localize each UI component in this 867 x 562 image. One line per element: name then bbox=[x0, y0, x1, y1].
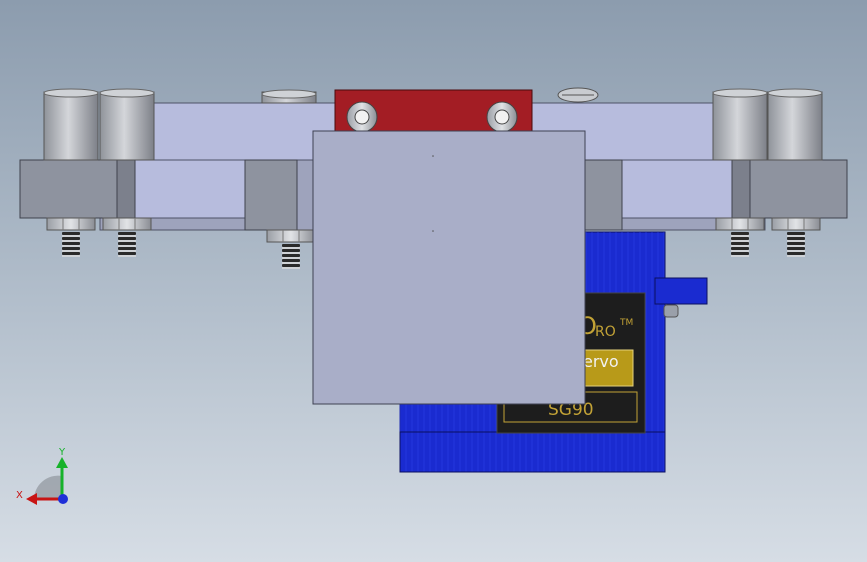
panel-dot bbox=[432, 230, 434, 232]
z-axis-dot bbox=[58, 494, 68, 504]
servo-trademark: TM bbox=[619, 318, 633, 328]
nut-bolt bbox=[771, 217, 821, 257]
nut-bolt bbox=[46, 217, 96, 257]
y-axis-arrowhead bbox=[56, 457, 68, 468]
nut-bolt bbox=[715, 217, 765, 257]
cad-viewport[interactable]: O RO TM ervo SG90 Y X bbox=[0, 0, 867, 562]
coordinate-triad: Y X bbox=[16, 447, 68, 505]
panel-dot bbox=[432, 155, 434, 157]
nut-bolt bbox=[102, 217, 152, 257]
front-panel bbox=[312, 130, 586, 405]
servo-line2: ervo bbox=[583, 352, 619, 371]
assembly-drawing: O RO TM ervo SG90 Y X bbox=[16, 87, 848, 505]
x-axis-arrowhead bbox=[26, 493, 37, 505]
y-axis-label: Y bbox=[58, 447, 66, 458]
x-axis-label: X bbox=[16, 490, 23, 501]
nut-bolt bbox=[266, 229, 316, 269]
servo-brand-suffix: RO bbox=[595, 324, 616, 340]
triad-plane-icon bbox=[33, 475, 62, 500]
red-bracket bbox=[334, 89, 533, 133]
